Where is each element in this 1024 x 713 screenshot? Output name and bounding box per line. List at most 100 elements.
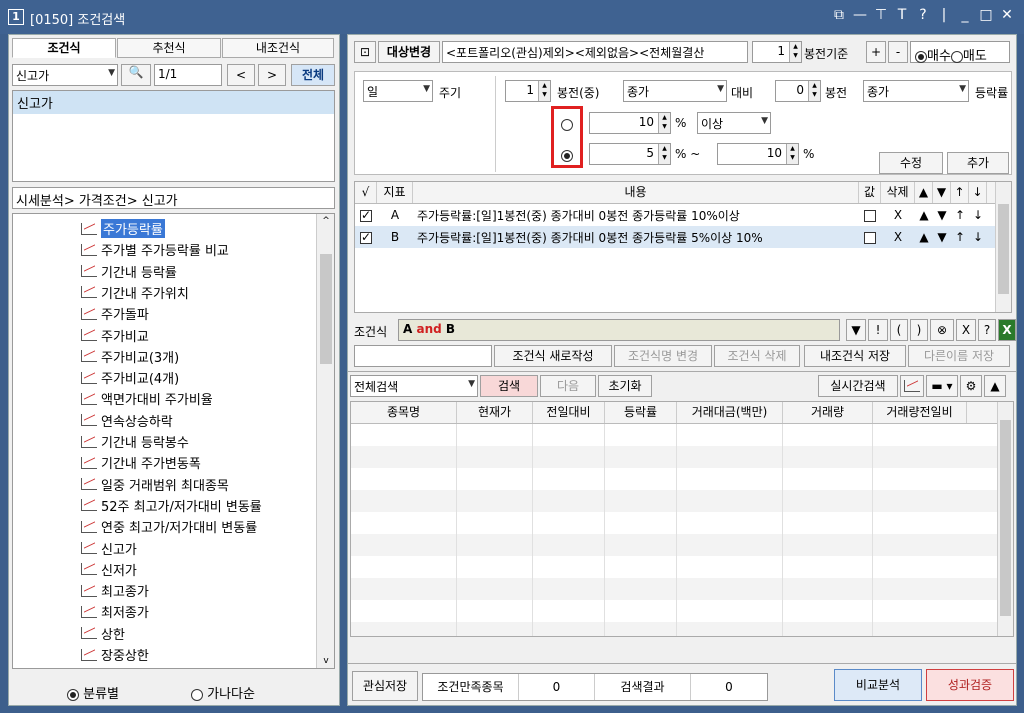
bong-base-field[interactable]: 1 ▲ ▼ bbox=[752, 41, 802, 63]
tree-item[interactable]: 액면가대비 주가비율 bbox=[81, 388, 213, 409]
tree-item[interactable]: 기간내 등락봉수 bbox=[81, 431, 189, 452]
tree-item[interactable]: 장중상한 bbox=[81, 644, 149, 665]
formula-dropdown-button[interactable]: ▼ bbox=[846, 319, 866, 341]
row-move-up[interactable]: ▲ bbox=[915, 230, 933, 244]
tab-recommended[interactable]: 추천식 bbox=[117, 38, 221, 58]
condition-table-scrollbar[interactable] bbox=[995, 182, 1011, 312]
minimize-line-icon[interactable]: — bbox=[853, 7, 867, 23]
tree-item[interactable]: 연속상승하락 bbox=[81, 410, 173, 431]
option1-radio[interactable] bbox=[561, 117, 573, 131]
row-delete[interactable]: X bbox=[881, 230, 915, 244]
font-icon[interactable]: T bbox=[895, 7, 909, 23]
delete-condition-button[interactable]: 조건식 삭제 bbox=[714, 345, 800, 367]
compare-analysis-button[interactable]: 비교분석 bbox=[834, 669, 922, 701]
search-input[interactable]: 신고가 bbox=[12, 64, 118, 86]
row-value-checkbox[interactable] bbox=[859, 208, 881, 222]
tree-item[interactable]: 주가별 주가등락률 비교 bbox=[81, 239, 229, 260]
save-as-button[interactable]: 다른이름 저장 bbox=[908, 345, 1010, 367]
row-checkbox[interactable] bbox=[355, 230, 377, 244]
row-delete[interactable]: X bbox=[881, 208, 915, 222]
pin-icon[interactable]: ⊤ bbox=[874, 7, 888, 23]
tree-item[interactable]: 주가돌파 bbox=[81, 303, 149, 324]
target-change-button[interactable]: 대상변경 bbox=[378, 41, 440, 63]
all-button[interactable]: 전체 bbox=[291, 64, 335, 86]
clear-formula-button[interactable]: X bbox=[956, 319, 976, 341]
bong2-field[interactable]: 0 ▲ ▼ bbox=[775, 80, 821, 102]
save-interest-button[interactable]: 관심저장 bbox=[352, 671, 418, 701]
row-move-top[interactable]: ↑ bbox=[951, 230, 969, 244]
radio-category[interactable]: 분류별 bbox=[67, 683, 119, 702]
formula-help-button[interactable]: ? bbox=[978, 319, 996, 341]
row-checkbox[interactable] bbox=[355, 208, 377, 222]
row-value-checkbox[interactable] bbox=[859, 230, 881, 244]
option2-radio[interactable] bbox=[561, 148, 573, 162]
realtime-search-button[interactable]: 실시간검색 bbox=[818, 375, 898, 397]
tree-item[interactable]: 주가비교(4개) bbox=[81, 367, 179, 388]
tree-item[interactable]: 기간내 주가변동폭 bbox=[81, 452, 201, 473]
tree-item[interactable]: 최고종가 bbox=[81, 580, 149, 601]
tree-item[interactable]: 상한근접 bbox=[81, 665, 149, 668]
not-button[interactable]: ! bbox=[868, 319, 888, 341]
next-button[interactable]: 다음 bbox=[540, 375, 596, 397]
scroll-thumb[interactable] bbox=[320, 254, 332, 364]
link-icon[interactable]: ⧉ bbox=[832, 7, 846, 23]
tree-item[interactable]: 기간내 주가위치 bbox=[81, 282, 189, 303]
reset-button[interactable]: 초기화 bbox=[598, 375, 652, 397]
bong1-field[interactable]: 1 ▲ ▼ bbox=[505, 80, 551, 102]
tree-item[interactable]: 주가등락률 bbox=[81, 218, 165, 239]
search-button[interactable]: 🔍 bbox=[121, 64, 151, 86]
sell-radio[interactable] bbox=[950, 50, 963, 63]
scroll-down-icon[interactable]: v bbox=[317, 656, 334, 666]
table-row[interactable]: B 주가등락률:[일]1봉전(중) 종가대비 0봉전 종가등락률 5%이상 10… bbox=[355, 226, 995, 248]
maximize-icon[interactable]: □ bbox=[979, 7, 993, 23]
formula-field[interactable]: A and B bbox=[398, 319, 840, 341]
row-move-down[interactable]: ▼ bbox=[933, 208, 951, 222]
tab-condition[interactable]: 조건식 bbox=[12, 38, 116, 58]
tree-item[interactable]: 기간내 등락률 bbox=[81, 261, 177, 282]
spinner-icon[interactable]: ▲ ▼ bbox=[658, 113, 670, 133]
tree-item[interactable]: 신저가 bbox=[81, 559, 137, 580]
tree-item[interactable]: 상한 bbox=[81, 623, 125, 644]
row-move-bottom[interactable]: ↓ bbox=[969, 208, 987, 222]
tree-item[interactable]: 최저종가 bbox=[81, 601, 149, 622]
tree-item[interactable]: 주가비교 bbox=[81, 325, 149, 346]
search-button[interactable]: 검색 bbox=[480, 375, 538, 397]
condition-name-input[interactable] bbox=[354, 345, 492, 367]
chart-button[interactable] bbox=[900, 375, 924, 397]
buy-radio[interactable] bbox=[915, 50, 927, 63]
excel-button[interactable]: X bbox=[998, 319, 1016, 341]
add-button[interactable]: 추가 bbox=[947, 152, 1009, 174]
xor-button[interactable]: ⊗ bbox=[930, 319, 954, 341]
tree-scrollbar[interactable]: ^ v bbox=[316, 214, 334, 668]
radio-alphabetical[interactable]: 가나다순 bbox=[191, 683, 255, 702]
row-move-top[interactable]: ↑ bbox=[951, 208, 969, 222]
tree-item[interactable]: 일중 거래범위 최대종목 bbox=[81, 474, 229, 495]
settings-button[interactable]: ⚙ bbox=[960, 375, 982, 397]
performance-verify-button[interactable]: 성과검증 bbox=[926, 669, 1014, 701]
scroll-up-icon[interactable]: ^ bbox=[317, 216, 334, 226]
open-paren-button[interactable]: ( bbox=[890, 319, 908, 341]
result-table-scrollbar[interactable] bbox=[997, 402, 1013, 636]
spinner-icon[interactable]: ▲ ▼ bbox=[808, 81, 820, 101]
collapse-button[interactable]: ▲ bbox=[984, 375, 1006, 397]
tree-item[interactable]: 신고가 bbox=[81, 538, 137, 559]
modify-button[interactable]: 수정 bbox=[879, 152, 943, 174]
row-move-down[interactable]: ▼ bbox=[933, 230, 951, 244]
tree-item[interactable]: 주가비교(3개) bbox=[81, 346, 179, 367]
option2-value2-field[interactable]: 10 ▲ ▼ bbox=[717, 143, 799, 165]
price2-select[interactable]: 종가 bbox=[863, 80, 969, 102]
close-icon[interactable]: ✕ bbox=[1000, 7, 1014, 23]
spinner-icon[interactable]: ▲ ▼ bbox=[658, 144, 670, 164]
period-select[interactable]: 일 bbox=[363, 80, 433, 102]
help-icon[interactable]: ? bbox=[916, 7, 930, 23]
rename-condition-button[interactable]: 조건식명 변경 bbox=[614, 345, 712, 367]
option2-value-field[interactable]: 5 ▲ ▼ bbox=[589, 143, 671, 165]
price1-select[interactable]: 종가 bbox=[623, 80, 727, 102]
save-condition-button[interactable]: 내조건식 저장 bbox=[804, 345, 906, 367]
scroll-thumb[interactable] bbox=[998, 204, 1009, 294]
list-item[interactable]: 신고가 bbox=[13, 91, 334, 114]
search-scope-select[interactable]: 전체검색 bbox=[350, 375, 478, 397]
target-icon-button[interactable]: ⊡ bbox=[354, 41, 376, 63]
tree-item[interactable]: 52주 최고가/저가대비 변동률 bbox=[81, 495, 262, 516]
minus-button[interactable]: - bbox=[888, 41, 908, 63]
